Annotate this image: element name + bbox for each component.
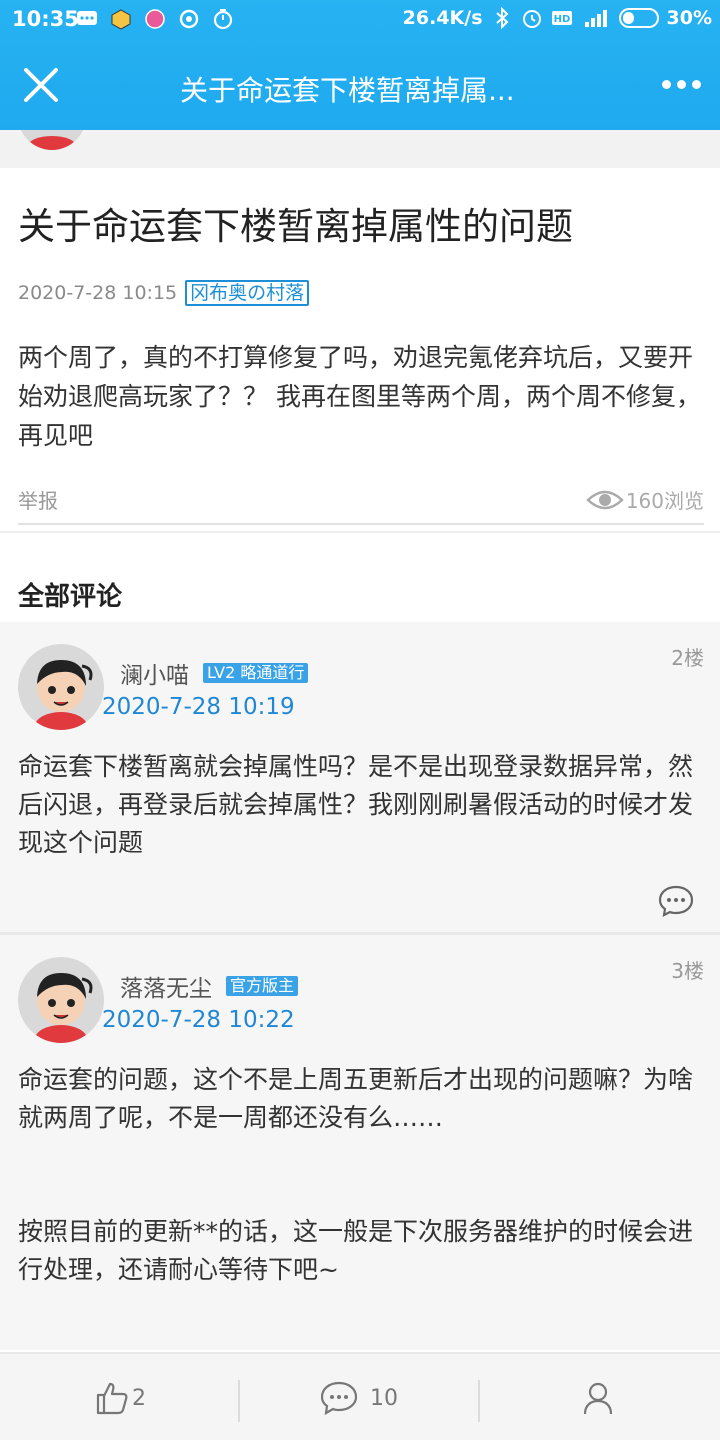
comment-button[interactable]: 10 bbox=[320, 1354, 398, 1440]
status-time: 10:35 bbox=[12, 7, 79, 31]
bluetooth-icon bbox=[495, 7, 508, 29]
page-title: 关于命运套下楼暂离掉属... bbox=[180, 74, 515, 107]
comment-text: 命运套的问题，这个不是上周五更新后才出现的问题嘛？为啥就两周了呢，不是一周都还没… bbox=[18, 1061, 708, 1289]
comment-author[interactable]: 落落无尘 bbox=[120, 969, 212, 1003]
comment-author-row: 落落无尘 官方版主 bbox=[120, 969, 299, 1003]
report-link[interactable]: 举报 bbox=[18, 485, 58, 514]
level-badge: LV2 略通道行 bbox=[203, 663, 309, 683]
view-count-label: 160浏览 bbox=[625, 489, 704, 513]
floor-number: 3楼 bbox=[671, 959, 704, 983]
notification-icons bbox=[76, 8, 234, 30]
comments-heading: 全部评论 bbox=[18, 582, 123, 612]
comment-paragraph: 按照目前的更新**的话，这一般是下次服务器维护的时候会进行处理，还请耐心等待下吧… bbox=[18, 1217, 694, 1284]
comment-date: 2020-7-28 10:22 bbox=[102, 1007, 295, 1033]
comment-icon bbox=[320, 1381, 358, 1416]
music-icon bbox=[179, 9, 199, 29]
avatar-face-icon bbox=[35, 973, 93, 1043]
post-body: 两个周了，真的不打算修复了吗，劝退完氪佬弃坑后，又要开始劝退爬高玩家了？？ 我再… bbox=[18, 343, 701, 450]
chat-bubble-icon bbox=[77, 11, 97, 25]
comment-item: 落落无尘 官方版主 2020-7-28 10:22 3楼 命运套的问题，这个不是… bbox=[0, 935, 720, 1350]
post-meta: 2020-7-28 10:15 冈布奥の村落 bbox=[18, 280, 310, 306]
title-bar: 关于命运套下楼暂离掉属... bbox=[0, 40, 720, 130]
alarm-icon bbox=[522, 10, 541, 28]
comment-author-row: 澜小喵 LV2 略通道行 bbox=[120, 656, 309, 690]
status-right: 26.4K/s HD 30% bbox=[403, 7, 712, 29]
view-count: 160浏览 bbox=[586, 485, 704, 514]
divider bbox=[478, 1380, 480, 1422]
bottom-action-bar: 2 10 bbox=[0, 1352, 720, 1440]
forum-tag[interactable]: 冈布奥の村落 bbox=[185, 280, 310, 306]
author-strip bbox=[0, 130, 720, 168]
signal-icon bbox=[584, 10, 607, 27]
comment-text: 命运套下楼暂离就会掉属性吗？是不是出现登录数据异常，然后闪退，再登录后就会掉属性… bbox=[18, 752, 694, 857]
comment-count: 10 bbox=[370, 1385, 398, 1411]
app-badge-icon bbox=[145, 9, 165, 29]
floor-number: 2楼 bbox=[671, 646, 704, 670]
comment-date: 2020-7-28 10:19 bbox=[102, 694, 295, 720]
timer-icon bbox=[213, 9, 233, 30]
like-count: 2 bbox=[132, 1385, 146, 1411]
battery-level: 30% bbox=[666, 7, 712, 29]
hd-icon: HD bbox=[551, 11, 572, 25]
reply-icon[interactable] bbox=[658, 884, 694, 918]
divider bbox=[0, 531, 720, 533]
like-button[interactable]: 2 bbox=[96, 1354, 146, 1440]
comment-author[interactable]: 澜小喵 bbox=[120, 656, 189, 690]
eye-icon bbox=[586, 490, 624, 509]
divider bbox=[18, 523, 704, 525]
post-title: 关于命运套下楼暂离掉属性的问题 bbox=[18, 205, 573, 248]
more-icon[interactable] bbox=[662, 74, 706, 94]
avatar-face-icon bbox=[35, 660, 93, 730]
net-speed: 26.4K/s bbox=[402, 7, 483, 29]
status-bar: 10:35 26.4K/s HD 30% bbox=[0, 0, 720, 40]
cube-icon bbox=[111, 9, 131, 30]
profile-button[interactable] bbox=[582, 1354, 614, 1440]
battery-icon bbox=[618, 8, 659, 28]
divider bbox=[238, 1380, 240, 1422]
app-header: 10:35 26.4K/s HD 30% 关于命运套下楼暂离掉属... bbox=[0, 0, 720, 130]
thumbs-up-icon bbox=[96, 1382, 128, 1415]
avatar[interactable] bbox=[18, 644, 104, 730]
close-icon[interactable] bbox=[18, 62, 64, 108]
svg-text:HD: HD bbox=[553, 14, 570, 25]
post-date: 2020-7-28 10:15 bbox=[18, 282, 178, 304]
avatar[interactable] bbox=[18, 957, 104, 1043]
user-icon bbox=[583, 1382, 613, 1415]
comment-paragraph: 命运套的问题，这个不是上周五更新后才出现的问题嘛？为啥就两周了呢，不是一周都还没… bbox=[18, 1065, 694, 1132]
comment-item: 澜小喵 LV2 略通道行 2020-7-28 10:19 2楼 命运套下楼暂离就… bbox=[0, 622, 720, 932]
moderator-badge: 官方版主 bbox=[226, 976, 299, 996]
